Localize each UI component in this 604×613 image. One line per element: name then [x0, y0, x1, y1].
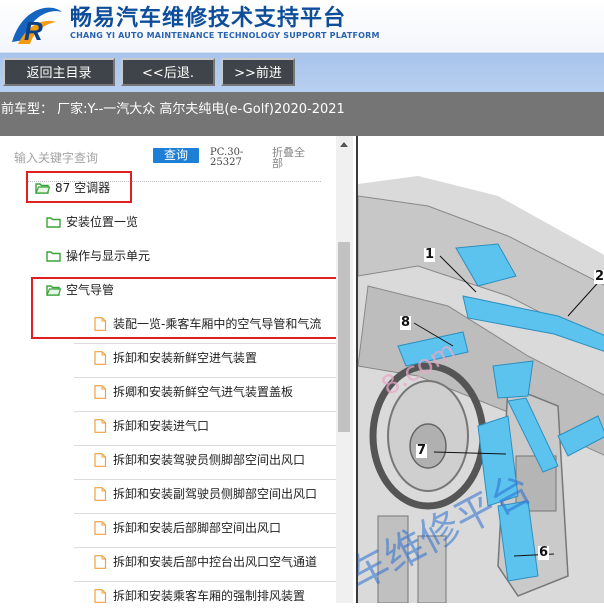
document-icon: [94, 351, 107, 365]
tree-label: 拆卸和安装驾驶员侧脚部空间出风口: [113, 453, 306, 467]
scroll-thumb[interactable]: [338, 242, 350, 432]
folder-open-icon: [46, 285, 61, 296]
tree-label: 装配一览-乘客车厢中的空气导管和气流: [113, 317, 322, 331]
query-button[interactable]: 查询: [153, 148, 199, 163]
document-icon: [94, 521, 107, 535]
dashboard-air-duct-illustration: 8.com 车维修平台: [358, 136, 604, 603]
document-icon: [94, 555, 107, 569]
callout-label: 1: [424, 247, 436, 262]
callout-label: 2: [594, 269, 604, 284]
app-title: 畅易汽车维修技术支持平台: [70, 6, 347, 31]
folder-open-icon: [35, 183, 50, 194]
parts-diagram: 8.com 车维修平台 1 2 8 7 6: [356, 136, 604, 603]
pc-code-label: PC.30-25327: [210, 147, 244, 168]
tree-label: 拆卸和安装副驾驶员侧脚部空间出风口: [113, 487, 318, 501]
document-icon: [94, 385, 107, 399]
callout-label: 7: [416, 443, 428, 458]
tree-label: 87 空调器: [55, 181, 111, 195]
current-vehicle-text: 当前车型： 厂家:Y--一汽大众 高尔夫纯电(e-Golf)2020-2021: [0, 102, 345, 117]
tree-label: 拆卸和安装乘客车厢的强制排风装置: [113, 589, 306, 603]
tree-label: 拆卸和安装后部脚部空间出风口: [113, 521, 282, 535]
document-icon: [94, 589, 107, 603]
callout-label: 6: [538, 545, 550, 560]
tree-label: 操作与显示单元: [66, 249, 151, 263]
app-header: R 畅易汽车维修技术支持平台 CHANG YI AUTO MAINTENANCE…: [0, 0, 604, 52]
nav-toolbar: 返回主目录 <<后退. >>前进: [0, 52, 604, 93]
search-input[interactable]: [14, 149, 142, 167]
document-icon: [94, 453, 107, 467]
folder-icon: [46, 251, 61, 262]
app-logo-icon: R: [12, 7, 62, 46]
document-icon: [94, 419, 107, 433]
tree-label: 拆卸和安装新鲜空进气装置: [113, 351, 258, 365]
tree-label: 安装位置一览: [66, 215, 139, 229]
callout-label: 8: [400, 315, 412, 330]
current-vehicle-bar: 当前车型： 厂家:Y--一汽大众 高尔夫纯电(e-Golf)2020-2021: [0, 92, 604, 136]
svg-text:R: R: [24, 16, 43, 46]
back-button[interactable]: <<后退.: [121, 58, 215, 86]
home-button[interactable]: 返回主目录: [3, 58, 115, 86]
forward-button[interactable]: >>前进: [221, 58, 295, 86]
tree-label: 空气导管: [66, 283, 115, 297]
folder-icon: [46, 217, 61, 228]
document-icon: [94, 317, 107, 331]
scroll-up-arrow-icon[interactable]: [340, 142, 348, 147]
tree-scrollbar[interactable]: [336, 136, 353, 603]
tree-label: 拆卿和安装新鲜空气进气装置盖板: [113, 385, 294, 399]
document-icon: [94, 487, 107, 501]
tree-label: 拆卸和安装进气口: [113, 419, 210, 433]
collapse-all-link[interactable]: 折叠全部: [272, 147, 312, 169]
catalog-tree-panel: 查询 PC.30-25327 折叠全部 87 空调器 安装位置一览 操作与显示单…: [0, 136, 353, 603]
tree-label: 拆卸和安装后部中控台出风口空气通道: [113, 555, 318, 569]
app-subtitle: CHANG YI AUTO MAINTENANCE TECHNOLOGY SUP…: [70, 31, 380, 40]
